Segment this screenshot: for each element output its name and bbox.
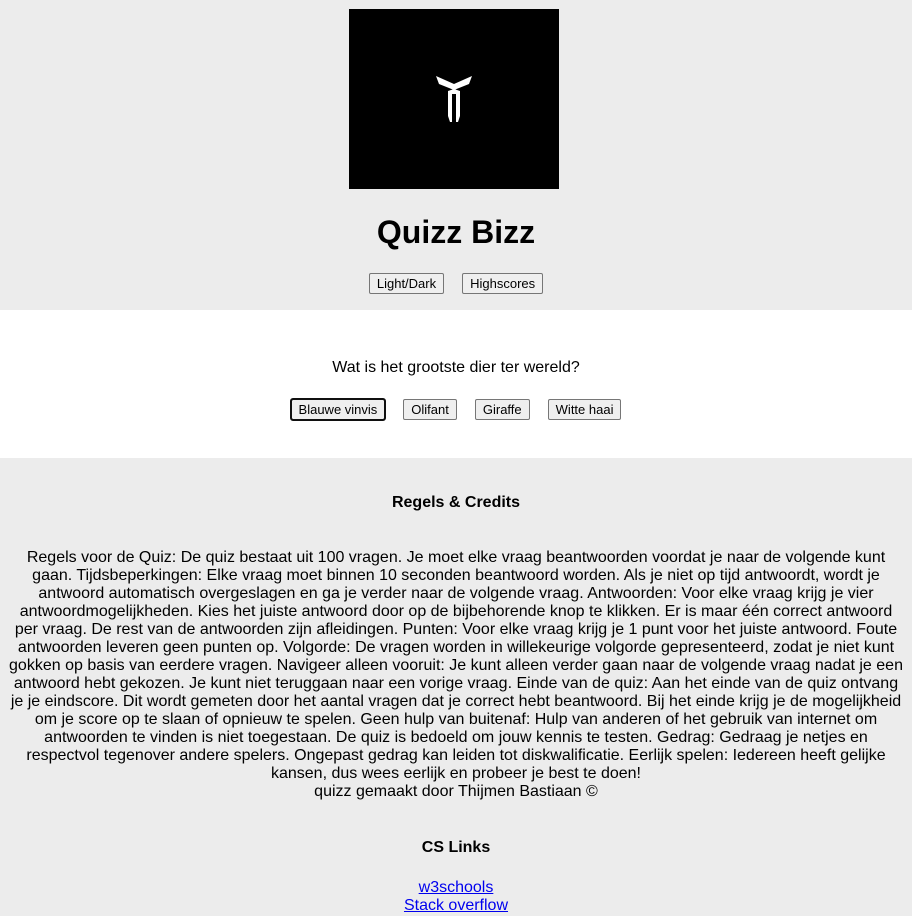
credits-heading: Regels & Credits <box>391 494 521 511</box>
links-list: w3schools Stack overflow <box>0 879 912 915</box>
answer-button-3[interactable]: Giraffe <box>474 399 530 420</box>
header-buttons: Light/Dark Highscores <box>0 273 912 294</box>
page-title: Quizz Bizz <box>376 214 536 250</box>
links-heading: CS Links <box>421 839 491 856</box>
theme-toggle-button[interactable]: Light/Dark <box>368 273 445 294</box>
answer-button-2[interactable]: Olifant <box>403 399 457 420</box>
author-credit: quizz gemaakt door Thijmen Bastiaan © <box>314 783 598 800</box>
page-footer: Regels & Credits Regels voor de Quiz: De… <box>0 458 912 916</box>
quiz-section: Wat is het grootste dier ter wereld? Bla… <box>0 310 912 458</box>
link-w3schools[interactable]: w3schools <box>419 879 494 897</box>
answer-button-4[interactable]: Witte haai <box>547 399 622 420</box>
answer-buttons: Blauwe vinvis Olifant Giraffe Witte haai <box>0 398 912 421</box>
logo <box>349 9 559 189</box>
rules-paragraph: Regels voor de Quiz: De quiz bestaat uit… <box>9 549 903 782</box>
t-logo-icon <box>436 76 472 122</box>
highscores-button[interactable]: Highscores <box>462 273 544 294</box>
page-header: Quizz Bizz Light/Dark Highscores <box>0 0 912 310</box>
answer-button-1[interactable]: Blauwe vinvis <box>289 398 387 421</box>
link-stack-overflow[interactable]: Stack overflow <box>404 897 508 915</box>
rules-text: Regels voor de Quiz: De quiz bestaat uit… <box>8 549 904 801</box>
question-text: Wat is het grootste dier ter wereld? <box>332 359 580 376</box>
